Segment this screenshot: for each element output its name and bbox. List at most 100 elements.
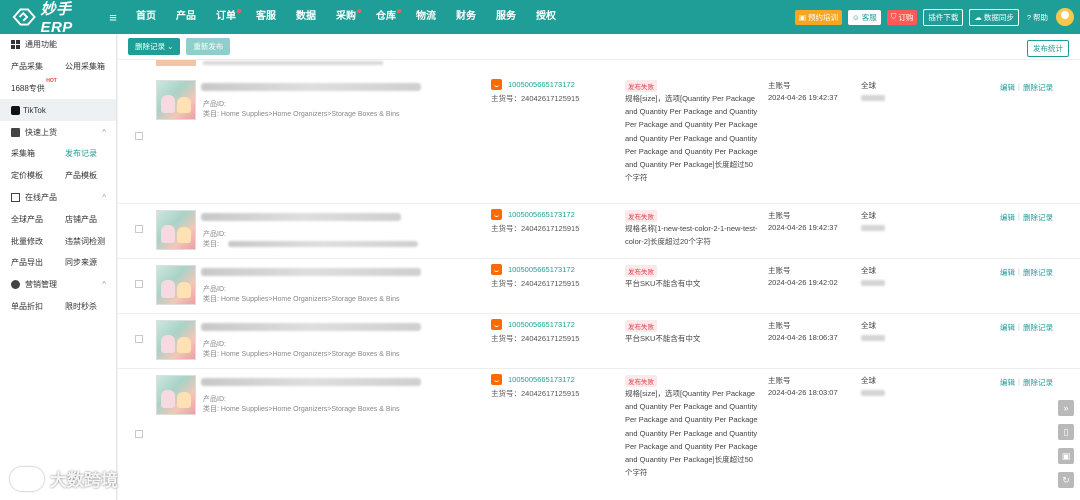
edit-link[interactable]: 编辑	[1000, 267, 1015, 278]
sidebar-item-shop-products[interactable]: 店铺产品	[65, 214, 97, 225]
sidebar-row: 产品采集 公用采集箱	[0, 56, 116, 78]
delete-record-dropdown-button[interactable]: 删除记录 ⌄	[128, 38, 181, 55]
grid-icon	[11, 40, 20, 50]
product-thumbnail-partial	[156, 60, 196, 66]
sidebar-item-pricing-template[interactable]: 定价模板	[11, 170, 65, 181]
status-badge: 发布失败	[625, 265, 657, 277]
order-button[interactable]: ⛉ 订购	[886, 9, 918, 25]
nav-purchase[interactable]: 采购	[326, 0, 366, 34]
publish-time: 2024-04-26 18:03:07	[768, 388, 838, 397]
menu-toggle-icon[interactable]: ≡	[100, 10, 126, 25]
status-badge: 发布失败	[625, 80, 657, 92]
collapse-panel-icon[interactable]: »	[1058, 400, 1074, 416]
sidebar-item-flash-sale[interactable]: 限时秒杀	[65, 301, 97, 312]
mobile-icon[interactable]: ▯	[1058, 424, 1074, 440]
failure-reason: 规格名称[1-new-test-color-2-1-new-test-color…	[625, 224, 758, 247]
sidebar-item-sync-source[interactable]: 同步来源	[65, 257, 97, 268]
sku-id-link[interactable]: 1005005665173172	[508, 80, 575, 89]
edit-link[interactable]: 编辑	[1000, 322, 1015, 333]
sidebar-item-global-products[interactable]: 全球产品	[11, 214, 65, 225]
delete-record-link[interactable]: 删除记录	[1023, 212, 1053, 223]
sidebar-item-product-template[interactable]: 产品模板	[65, 170, 97, 181]
sidebar-section-online-products[interactable]: 在线产品 ^	[0, 187, 116, 209]
publish-time: 2024-04-26 19:42:37	[768, 223, 838, 232]
calendar-icon: ▣	[798, 12, 807, 22]
main-sku-no: 主货号：24042617125915	[491, 334, 580, 343]
delete-record-link[interactable]: 删除记录	[1023, 322, 1053, 333]
sidebar-row: 单品折扣 限时秒杀	[0, 296, 116, 318]
help-button[interactable]: ? 帮助	[1025, 10, 1050, 25]
nav-service[interactable]: 服务	[486, 0, 526, 34]
customer-service-button[interactable]: ☺ 客服	[848, 9, 881, 25]
save-icon[interactable]: ▣	[1058, 448, 1074, 464]
nav-warehouse[interactable]: 仓库	[366, 0, 406, 34]
sidebar-item-tiktok[interactable]: TikTok	[0, 99, 116, 122]
sidebar-section-quick-upload[interactable]: 快速上货 ^	[0, 121, 116, 143]
data-sync-button[interactable]: ☁ 数据同步	[969, 8, 1019, 26]
edit-link[interactable]: 编辑	[1000, 212, 1015, 223]
account-name: 主账号	[768, 81, 791, 90]
app-logo[interactable]: 妙手ERP	[0, 0, 100, 36]
delete-record-link[interactable]: 删除记录	[1023, 82, 1053, 93]
main-sku-no: 主货号：24042617125915	[491, 389, 580, 398]
sku-id-link[interactable]: 1005005665173172	[508, 320, 575, 329]
refresh-icon[interactable]: ↻	[1058, 472, 1074, 488]
sku-id-link[interactable]: 1005005665173172	[508, 375, 575, 384]
main-nav: 首页 产品 订单 客服 数据 采购 仓库 物流 财务 服务 授权	[126, 0, 566, 34]
nav-logistics[interactable]: 物流	[406, 0, 446, 34]
redacted-text	[203, 61, 383, 65]
sidebar-item-batch-edit[interactable]: 批量修改	[11, 236, 65, 247]
delete-record-link[interactable]: 删除记录	[1023, 267, 1053, 278]
sku-id-link[interactable]: 1005005665173172	[508, 265, 575, 274]
nav-orders[interactable]: 订单	[206, 0, 246, 34]
edit-link[interactable]: 编辑	[1000, 377, 1015, 388]
chevron-up-icon: ^	[102, 127, 106, 137]
nav-data[interactable]: 数据	[286, 0, 326, 34]
sidebar-section-common[interactable]: 通用功能	[0, 34, 116, 56]
status-badge: 发布失败	[625, 375, 657, 387]
account-name: 主账号	[768, 376, 791, 385]
row-checkbox[interactable]	[135, 225, 143, 233]
sidebar-item-single-discount[interactable]: 单品折扣	[11, 301, 65, 312]
watermark: 大数跨境	[10, 466, 118, 491]
sidebar-item-1688[interactable]: 1688专供 HOT	[11, 78, 57, 94]
nav-products[interactable]: 产品	[166, 0, 206, 34]
nav-authorize[interactable]: 授权	[526, 0, 566, 34]
sidebar-item-product-export[interactable]: 产品导出	[11, 257, 65, 268]
redacted-title	[201, 83, 421, 91]
publish-stats-button[interactable]: 发布统计	[1027, 40, 1069, 57]
edit-link[interactable]: 编辑	[1000, 82, 1015, 93]
redacted-region-detail	[861, 225, 885, 231]
sidebar-item-publish-record[interactable]: 发布记录	[65, 148, 97, 159]
main-content: 删除记录 ⌄ 重新发布 发布统计 产品ID: 类目: Home Supplies>…	[118, 34, 1080, 500]
toolbar: 删除记录 ⌄ 重新发布	[118, 34, 1080, 60]
sidebar-item-collect-box[interactable]: 采集箱	[11, 148, 65, 159]
row-checkbox[interactable]	[135, 280, 143, 288]
chevron-down-icon: ⌄	[167, 42, 174, 51]
redacted-region-detail	[861, 95, 885, 101]
nav-customer-service[interactable]: 客服	[246, 0, 286, 34]
sidebar-item-banned-words[interactable]: 违禁词检测	[65, 236, 105, 247]
status-badge: 发布失败	[625, 320, 657, 332]
row-checkbox[interactable]	[135, 430, 143, 438]
sidebar-item-public-box[interactable]: 公用采集箱	[65, 61, 105, 72]
redacted-region-detail	[861, 390, 885, 396]
publish-time: 2024-04-26 18:06:37	[768, 333, 838, 342]
delete-record-link[interactable]: 删除记录	[1023, 377, 1053, 388]
nav-home[interactable]: 首页	[126, 0, 166, 34]
nav-finance[interactable]: 财务	[446, 0, 486, 34]
sidebar-section-marketing[interactable]: 营销管理 ^	[0, 274, 116, 296]
user-avatar[interactable]	[1056, 8, 1074, 26]
table-row: 产品ID: 类目: Home Supplies>Home Organizers>S…	[118, 369, 1080, 500]
product-meta: 产品ID: 类目: Home Supplies>Home Organizers>S…	[203, 341, 400, 358]
region: 全球	[861, 81, 876, 90]
row-checkbox[interactable]	[135, 335, 143, 343]
sku-id-link[interactable]: 1005005665173172	[508, 210, 575, 219]
republish-button[interactable]: 重新发布	[186, 38, 231, 55]
row-checkbox[interactable]	[135, 132, 143, 140]
sidebar-item-product-collect[interactable]: 产品采集	[11, 61, 65, 72]
training-button[interactable]: ▣ 预约培训	[794, 9, 843, 25]
plugin-download-button[interactable]: 插件下载	[923, 8, 964, 26]
status-badge: 发布失败	[625, 210, 657, 222]
question-icon: ?	[1026, 12, 1031, 22]
